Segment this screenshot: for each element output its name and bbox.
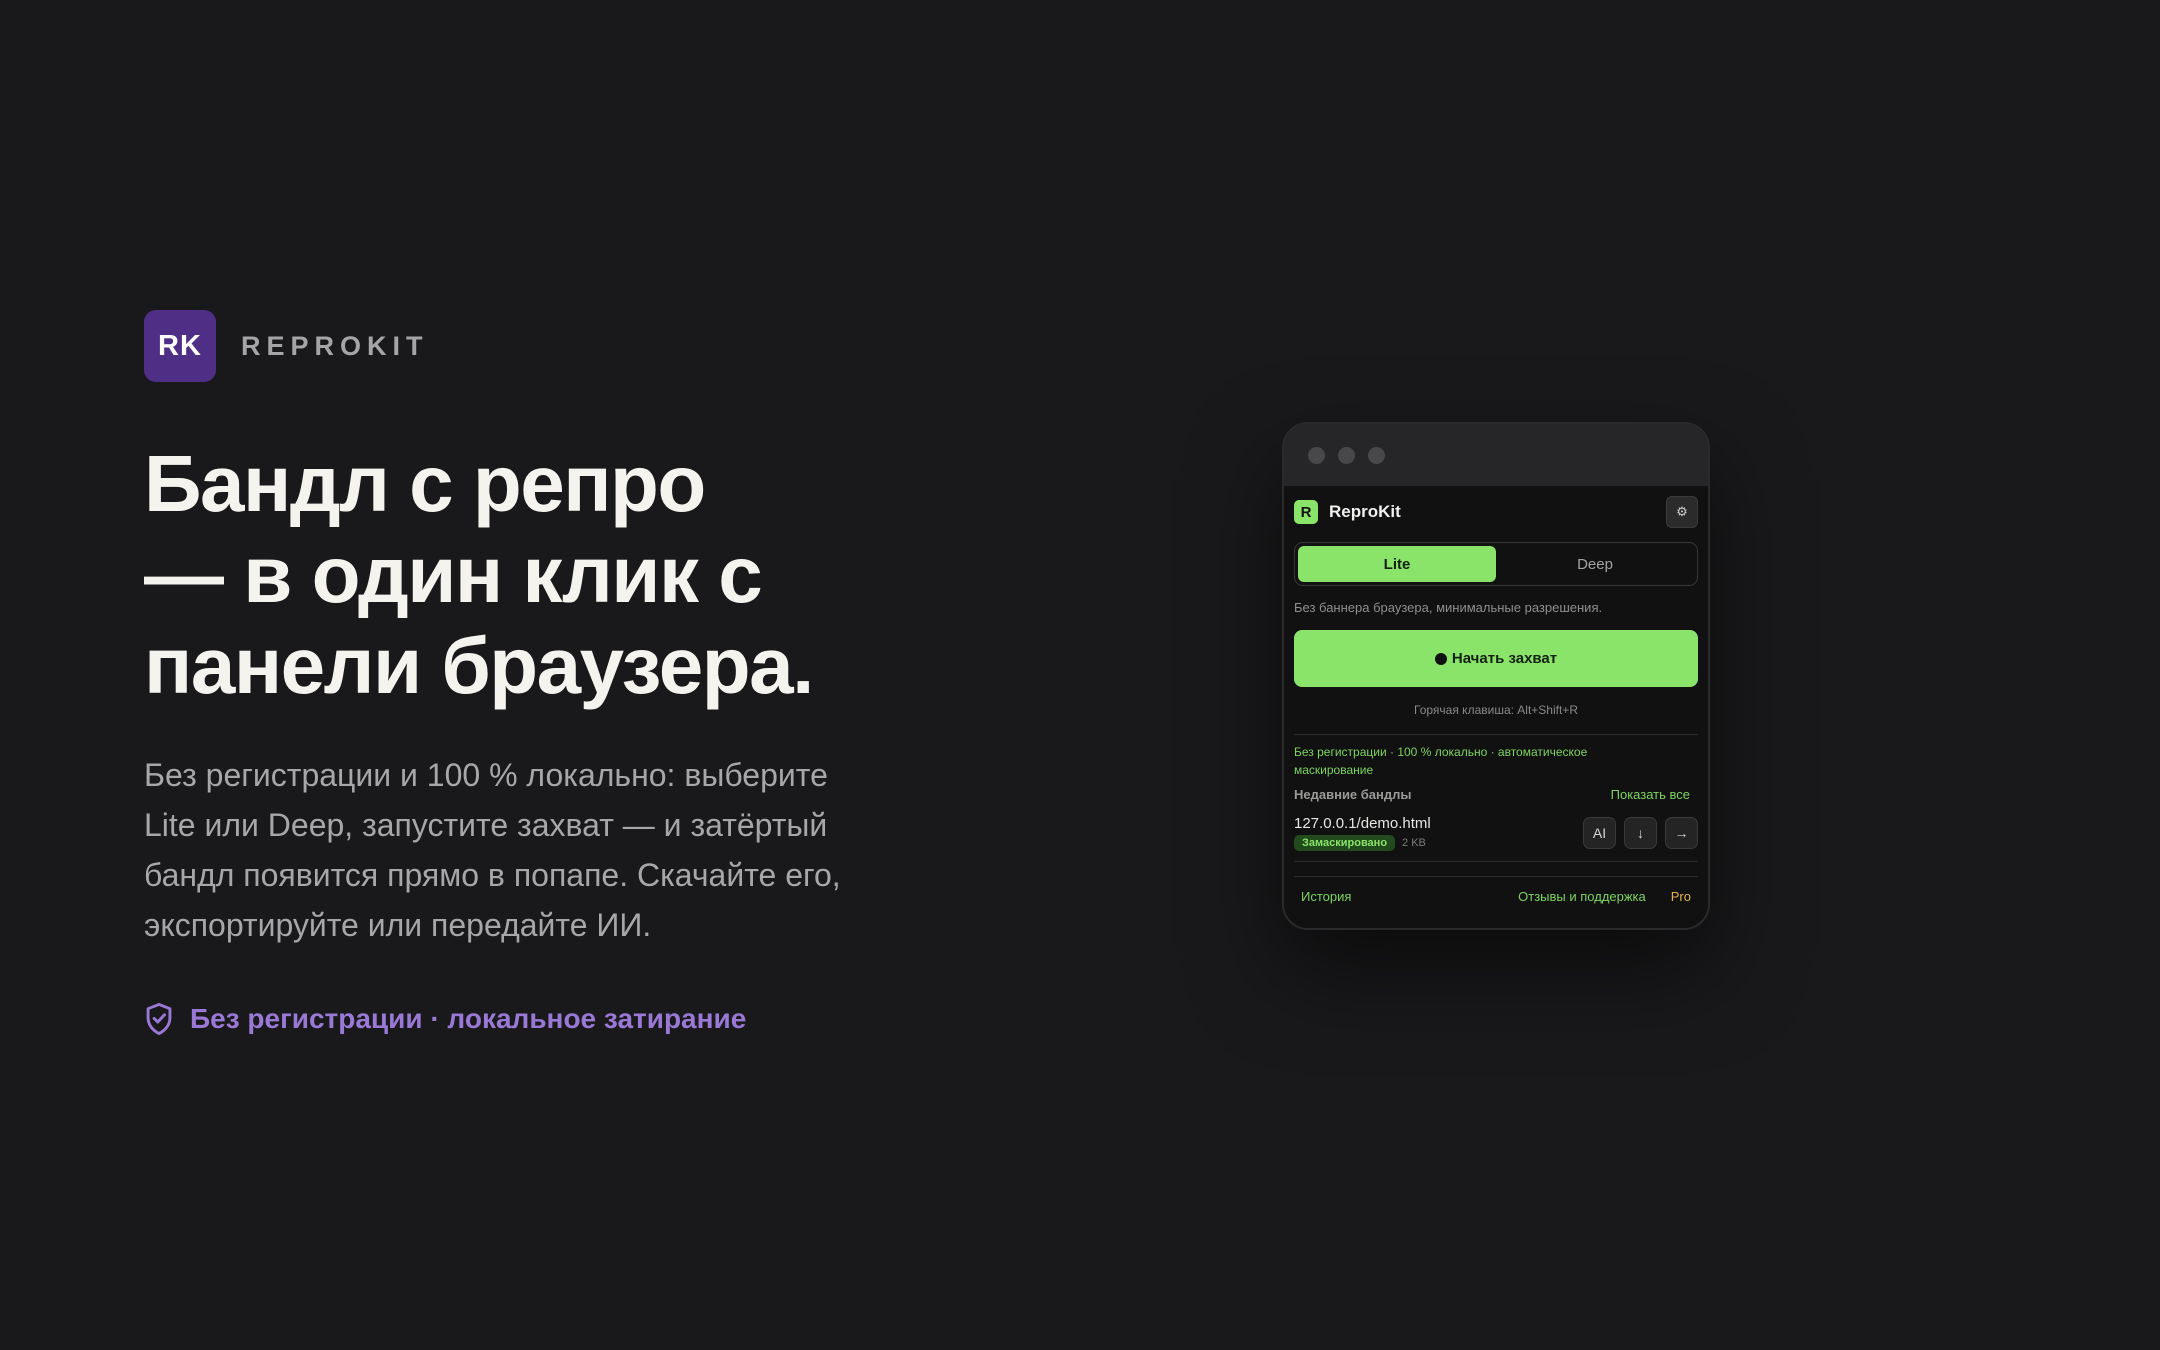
lead-line: Без регистрации и 100 % локально: выбери… xyxy=(144,757,828,793)
page-headline: Бандл с репро — в один клик с панели бра… xyxy=(144,438,1004,711)
trust-line: Без регистрации · локальное затирание xyxy=(144,1002,746,1036)
send-to-ai-button[interactable]: AI xyxy=(1583,817,1616,849)
brand-logo: RK xyxy=(144,310,216,382)
popup-title: ReproKit xyxy=(1329,502,1401,521)
masked-badge: Замаскировано xyxy=(1294,835,1396,851)
list-item[interactable]: 127.0.0.1/demo.html Замаскировано 2 KB A… xyxy=(1294,815,1698,851)
show-all-link[interactable]: Показать все xyxy=(1611,787,1690,802)
extension-popup: R ReproKit ⚙ Lite Deep Без баннера брауз… xyxy=(1284,486,1708,904)
lead-paragraph: Без регистрации и 100 % локально: выбери… xyxy=(144,750,904,950)
window-maximize-dot[interactable] xyxy=(1368,446,1385,464)
bundle-url: 127.0.0.1/demo.html xyxy=(1294,815,1431,832)
popup-header: R ReproKit ⚙ xyxy=(1294,486,1698,538)
popup-window: R ReproKit ⚙ Lite Deep Без баннера брауз… xyxy=(1282,422,1710,930)
headline-line: — в один клик с xyxy=(144,530,763,619)
window-close-dot[interactable] xyxy=(1308,446,1325,464)
trust-text: Без регистрации · локальное затирание xyxy=(190,1003,747,1034)
pro-link[interactable]: Pro xyxy=(1671,889,1691,904)
bundle-meta: Замаскировано 2 KB xyxy=(1294,835,1431,851)
lead-line: экспортируйте или передайте ИИ. xyxy=(144,907,652,943)
divider xyxy=(1294,734,1698,735)
hotkey-hint: Горячая клавиша: Alt+Shift+R xyxy=(1414,703,1578,717)
bundle-info: 127.0.0.1/demo.html Замаскировано 2 KB xyxy=(1294,815,1431,851)
start-capture-button[interactable]: Начать захват xyxy=(1294,630,1698,687)
popup-brand: R ReproKit xyxy=(1294,500,1401,524)
recent-bundles-header: Недавние бандлы Показать все xyxy=(1294,787,1698,802)
start-capture-label: Начать захват xyxy=(1451,650,1558,667)
settings-gear-icon[interactable]: ⚙ xyxy=(1666,496,1698,528)
recent-bundles-title: Недавние бандлы xyxy=(1294,787,1412,802)
brand: RK REPROKIT xyxy=(144,310,429,382)
mode-toggle: Lite Deep xyxy=(1294,542,1698,586)
download-icon[interactable]: ↓ xyxy=(1624,817,1657,849)
divider xyxy=(1294,861,1698,862)
history-link[interactable]: История xyxy=(1301,889,1351,904)
export-arrow-icon[interactable]: → xyxy=(1665,817,1698,849)
bundle-size: 2 KB xyxy=(1402,837,1426,849)
popup-logo: R xyxy=(1294,500,1318,524)
window-minimize-dot[interactable] xyxy=(1338,446,1355,464)
mode-lite-button[interactable]: Lite xyxy=(1298,546,1496,582)
privacy-note: Без регистрации · 100 % локально · автом… xyxy=(1294,745,1588,777)
mode-description: Без баннера браузера, минимальные разреш… xyxy=(1294,600,1603,615)
headline-line: Бандл с репро xyxy=(144,439,706,528)
headline-line: панели браузера. xyxy=(144,621,814,710)
bundle-actions: AI ↓ → xyxy=(1575,817,1698,849)
window-titlebar xyxy=(1284,424,1708,486)
divider xyxy=(1294,876,1698,877)
mode-deep-button[interactable]: Deep xyxy=(1496,546,1694,582)
lead-line: бандл появится прямо в попапе. Скачайте … xyxy=(144,857,841,893)
lead-line: Lite или Deep, запустите захват — и затё… xyxy=(144,807,828,843)
popup-footer: История Отзывы и поддержка Pro xyxy=(1294,889,1698,904)
record-dot-icon xyxy=(1434,652,1447,665)
brand-name: REPROKIT xyxy=(241,330,429,361)
shield-check-icon xyxy=(146,1002,172,1036)
feedback-support-link[interactable]: Отзывы и поддержка xyxy=(1518,889,1646,904)
